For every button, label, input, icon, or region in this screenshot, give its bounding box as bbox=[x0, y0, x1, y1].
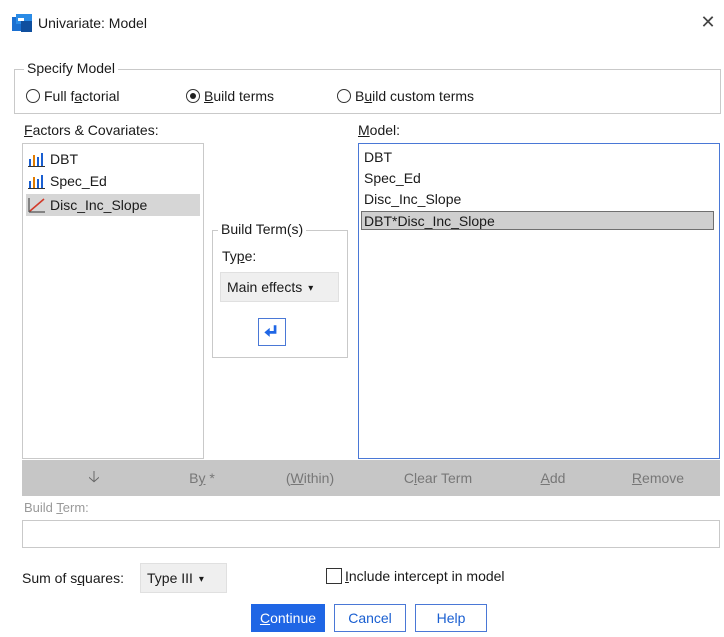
sum-of-squares-value: Type III bbox=[147, 570, 193, 586]
type-dropdown[interactable]: Main effects ▾ bbox=[220, 272, 339, 302]
type-label: Type: bbox=[222, 248, 257, 264]
specify-model-legend: Specify Model bbox=[24, 60, 118, 76]
build-term-label: Build Term: bbox=[24, 500, 89, 515]
cancel-button[interactable]: Cancel bbox=[334, 604, 406, 632]
list-item-disc-inc-slope[interactable]: Disc_Inc_Slope bbox=[26, 194, 200, 216]
list-item-label: DBT bbox=[50, 151, 78, 167]
include-intercept-label: Include intercept in model bbox=[345, 568, 505, 584]
close-icon[interactable]: ✕ bbox=[696, 10, 720, 34]
add-term-arrow-button[interactable] bbox=[258, 318, 286, 346]
build-term-input[interactable] bbox=[22, 520, 720, 548]
help-button[interactable]: Help bbox=[415, 604, 487, 632]
clear-term-button[interactable]: Clear Term bbox=[388, 460, 488, 496]
factors-list[interactable]: DBT Spec_Ed Disc_Inc_Slope bbox=[22, 143, 204, 459]
nominal-bar-icon bbox=[28, 153, 45, 167]
type-dropdown-value: Main effects bbox=[227, 279, 303, 295]
radio-build-terms[interactable]: Build terms bbox=[186, 88, 274, 104]
model-label: Model: bbox=[358, 122, 401, 138]
list-item-label: Spec_Ed bbox=[50, 173, 107, 189]
enter-arrow-icon bbox=[264, 325, 277, 337]
add-button[interactable]: Add bbox=[528, 460, 578, 496]
spss-app-icon bbox=[12, 14, 32, 32]
model-item-spec-ed[interactable]: Spec_Ed bbox=[362, 169, 421, 188]
move-down-arrow-icon[interactable]: 🡣 bbox=[74, 460, 114, 496]
title-bar: Univariate: Model ✕ bbox=[0, 0, 724, 46]
build-terms-legend: Build Term(s) bbox=[218, 221, 307, 237]
radio-full-factorial-label: Full factorial bbox=[44, 88, 120, 104]
radio-build-terms-label: Build terms bbox=[204, 88, 275, 104]
radio-build-custom-terms[interactable]: Build custom terms bbox=[337, 88, 474, 104]
list-item-label: Disc_Inc_Slope bbox=[50, 197, 148, 213]
include-intercept-checkbox[interactable]: Include intercept in model bbox=[326, 568, 505, 584]
sum-of-squares-dropdown[interactable]: Type III ▾ bbox=[140, 563, 227, 593]
term-toolbar: 🡣 By * (Within) Clear Term Add Remove bbox=[22, 460, 720, 496]
list-item-dbt[interactable]: DBT bbox=[26, 148, 200, 170]
sum-of-squares-label: Sum of squares: bbox=[22, 570, 124, 586]
model-list[interactable]: DBT Spec_Ed Disc_Inc_Slope DBT*Disc_Inc_… bbox=[358, 143, 720, 459]
radio-circle-icon bbox=[26, 89, 40, 103]
by-button[interactable]: By * bbox=[172, 460, 232, 496]
nominal-bar-icon bbox=[28, 175, 45, 189]
chevron-down-icon: ▾ bbox=[198, 574, 204, 585]
window-title: Univariate: Model bbox=[38, 15, 147, 31]
list-item-spec-ed[interactable]: Spec_Ed bbox=[26, 170, 200, 192]
radio-build-custom-terms-label: Build custom terms bbox=[355, 88, 475, 104]
radio-full-factorial[interactable]: Full factorial bbox=[26, 88, 120, 104]
continue-button[interactable]: Continue bbox=[251, 604, 325, 632]
checkbox-icon bbox=[326, 568, 342, 584]
scale-line-icon bbox=[28, 198, 45, 213]
model-item-disc-inc-slope[interactable]: Disc_Inc_Slope bbox=[362, 190, 461, 209]
within-button[interactable]: (Within) bbox=[270, 460, 350, 496]
radio-circle-icon bbox=[337, 89, 351, 103]
factors-label: Factors & Covariates: bbox=[24, 122, 159, 138]
remove-button[interactable]: Remove bbox=[618, 460, 698, 496]
chevron-down-icon: ▾ bbox=[308, 283, 314, 294]
model-item-dbt[interactable]: DBT bbox=[362, 148, 392, 167]
model-item-dbt-disc-inc-slope[interactable]: DBT*Disc_Inc_Slope bbox=[361, 211, 714, 230]
radio-checked-icon bbox=[186, 89, 200, 103]
